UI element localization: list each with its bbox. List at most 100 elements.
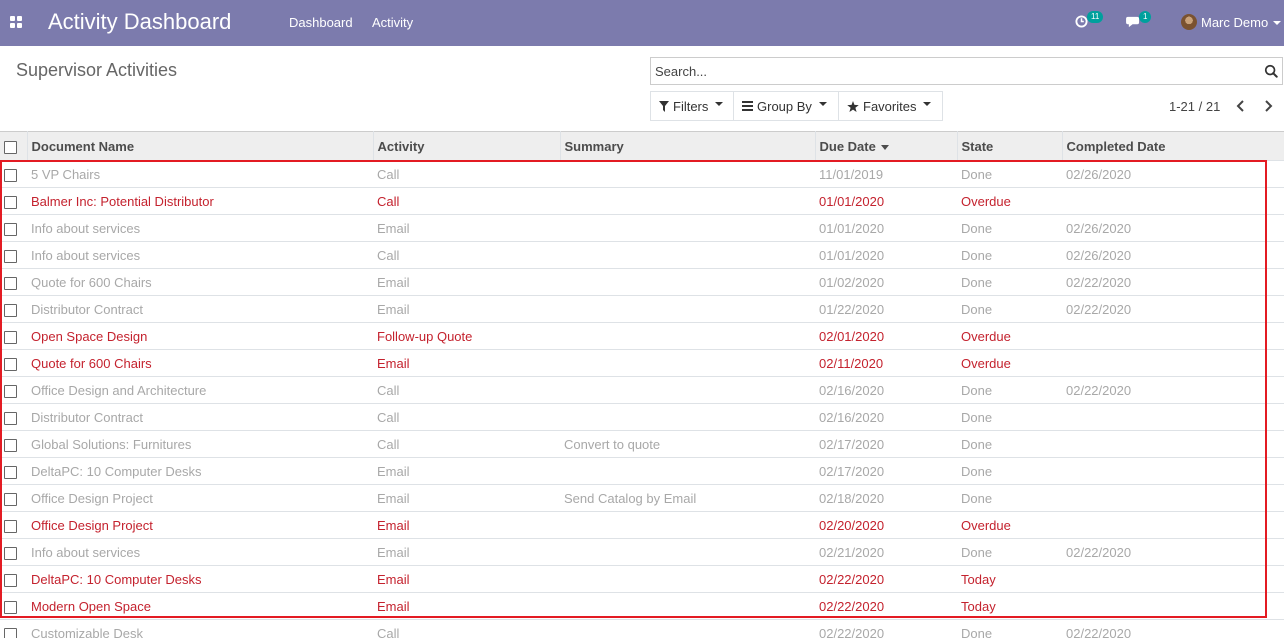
activity-cell[interactable]: Email (373, 350, 560, 377)
completed-date-cell[interactable] (1062, 350, 1284, 377)
summary-cell[interactable] (560, 377, 815, 404)
select-all-checkbox[interactable] (4, 140, 17, 154)
filters-button[interactable]: Filters (650, 91, 734, 121)
row-checkbox[interactable] (4, 546, 17, 560)
document-name-cell[interactable]: Distributor Contract (27, 404, 373, 431)
table-row[interactable]: Distributor Contract Email 01/22/2020 Done 0… (0, 295, 1284, 323)
row-checkbox[interactable] (4, 384, 17, 398)
activity-cell[interactable]: Call (373, 161, 560, 188)
row-checkbox[interactable] (4, 519, 17, 533)
table-row[interactable]: Open Space Design Follow-up Quote 02/01/20… (0, 322, 1284, 350)
completed-date-cell[interactable]: 02/22/2020 (1062, 269, 1284, 296)
row-checkbox[interactable] (4, 465, 17, 479)
due-date-cell[interactable]: 02/18/2020 (815, 485, 957, 512)
due-date-cell[interactable]: 02/22/2020 (815, 620, 957, 638)
due-date-cell[interactable]: 02/16/2020 (815, 377, 957, 404)
activity-cell[interactable]: Call (373, 620, 560, 638)
completed-date-cell[interactable] (1062, 566, 1284, 593)
table-row[interactable]: Distributor Contract Call 02/16/2020 Done (0, 403, 1284, 431)
due-date-cell[interactable]: 01/01/2020 (815, 188, 957, 215)
due-date-cell[interactable]: 02/16/2020 (815, 404, 957, 431)
summary-cell[interactable] (560, 404, 815, 431)
group-by-button[interactable]: Group By (733, 91, 839, 121)
favorites-button[interactable]: Favorites (838, 91, 943, 121)
menu-activity[interactable]: Activity (372, 15, 413, 30)
summary-cell[interactable]: Convert to quote (560, 431, 815, 458)
summary-cell[interactable] (560, 539, 815, 566)
activity-cell[interactable]: Email (373, 566, 560, 593)
search-input[interactable] (651, 58, 1241, 84)
state-cell[interactable]: Done (957, 215, 1062, 242)
table-row[interactable]: DeltaPC: 10 Computer Desks Email 02/17/202… (0, 457, 1284, 485)
summary-cell[interactable] (560, 215, 815, 242)
state-cell[interactable]: Done (957, 269, 1062, 296)
row-checkbox[interactable] (4, 222, 17, 236)
row-checkbox[interactable] (4, 357, 17, 371)
summary-cell[interactable] (560, 593, 815, 620)
state-cell[interactable]: Done (957, 458, 1062, 485)
menu-dashboard[interactable]: Dashboard (289, 15, 353, 30)
document-name-cell[interactable]: Customizable Desk (27, 620, 373, 638)
activity-cell[interactable]: Email (373, 215, 560, 242)
completed-date-cell[interactable]: 02/26/2020 (1062, 215, 1284, 242)
table-row[interactable]: Office Design Project Email Send Catalog b… (0, 484, 1284, 512)
due-date-cell[interactable]: 01/01/2020 (815, 242, 957, 269)
activity-cell[interactable]: Call (373, 404, 560, 431)
state-cell[interactable]: Done (957, 539, 1062, 566)
state-cell[interactable]: Overdue (957, 350, 1062, 377)
row-checkbox[interactable] (4, 627, 17, 638)
column-header-activity[interactable]: Activity (372, 131, 560, 161)
table-row[interactable]: Info about services Email 02/21/2020 Done 02… (0, 538, 1284, 566)
state-cell[interactable]: Done (957, 161, 1062, 188)
due-date-cell[interactable]: 11/01/2019 (815, 161, 957, 188)
completed-date-cell[interactable] (1062, 485, 1284, 512)
activities-systray[interactable]: 11 (1075, 11, 1104, 28)
summary-cell[interactable] (560, 161, 815, 188)
pager-next-icon[interactable] (1261, 98, 1275, 114)
due-date-cell[interactable]: 02/22/2020 (815, 566, 957, 593)
table-row[interactable]: Office Design Project Email 02/20/2020 Over… (0, 511, 1284, 539)
document-name-cell[interactable]: Quote for 600 Chairs (27, 269, 373, 296)
state-cell[interactable]: Done (957, 377, 1062, 404)
table-row[interactable]: DeltaPC: 10 Computer Desks Email 02/22/202… (0, 565, 1284, 593)
summary-cell[interactable] (560, 350, 815, 377)
document-name-cell[interactable]: Info about services (27, 242, 373, 269)
document-name-cell[interactable]: Quote for 600 Chairs (27, 350, 373, 377)
state-cell[interactable]: Today (957, 593, 1062, 620)
row-checkbox[interactable] (4, 600, 17, 614)
table-row[interactable]: Quote for 600 Chairs Email 01/02/2020 Done 0… (0, 268, 1284, 296)
pager-value[interactable]: 1-21 / 21 (1169, 99, 1220, 114)
table-row[interactable]: 5 VP Chairs Call 11/01/2019 Done 02/26/2020 (0, 160, 1284, 188)
row-checkbox[interactable] (4, 195, 17, 209)
state-cell[interactable]: Today (957, 566, 1062, 593)
summary-cell[interactable]: Send Catalog by Email (560, 485, 815, 512)
state-cell[interactable]: Overdue (957, 323, 1062, 350)
document-name-cell[interactable]: Modern Open Space (27, 593, 373, 620)
user-menu[interactable]: Marc Demo (1201, 15, 1268, 30)
row-checkbox[interactable] (4, 276, 17, 290)
summary-cell[interactable] (560, 242, 815, 269)
document-name-cell[interactable]: Distributor Contract (27, 296, 373, 323)
state-cell[interactable]: Done (957, 296, 1062, 323)
row-checkbox[interactable] (4, 438, 17, 452)
table-row[interactable]: Info about services Call 01/01/2020 Done 02/… (0, 241, 1284, 269)
completed-date-cell[interactable]: 02/26/2020 (1062, 242, 1284, 269)
state-cell[interactable]: Done (957, 620, 1062, 638)
state-cell[interactable]: Done (957, 431, 1062, 458)
completed-date-cell[interactable] (1062, 404, 1284, 431)
completed-date-cell[interactable] (1062, 512, 1284, 539)
activity-cell[interactable]: Call (373, 431, 560, 458)
due-date-cell[interactable]: 02/01/2020 (815, 323, 957, 350)
activity-cell[interactable]: Email (373, 512, 560, 539)
state-cell[interactable]: Done (957, 242, 1062, 269)
completed-date-cell[interactable]: 02/26/2020 (1062, 161, 1284, 188)
document-name-cell[interactable]: Global Solutions: Furnitures (27, 431, 373, 458)
activity-cell[interactable]: Email (373, 269, 560, 296)
document-name-cell[interactable]: Office Design and Architecture (27, 377, 373, 404)
pager-previous-icon[interactable] (1234, 98, 1248, 114)
document-name-cell[interactable]: Info about services (27, 539, 373, 566)
state-cell[interactable]: Done (957, 485, 1062, 512)
completed-date-cell[interactable]: 02/22/2020 (1062, 377, 1284, 404)
column-header-completed-date[interactable]: Completed Date (1061, 131, 1284, 161)
summary-cell[interactable] (560, 512, 815, 539)
